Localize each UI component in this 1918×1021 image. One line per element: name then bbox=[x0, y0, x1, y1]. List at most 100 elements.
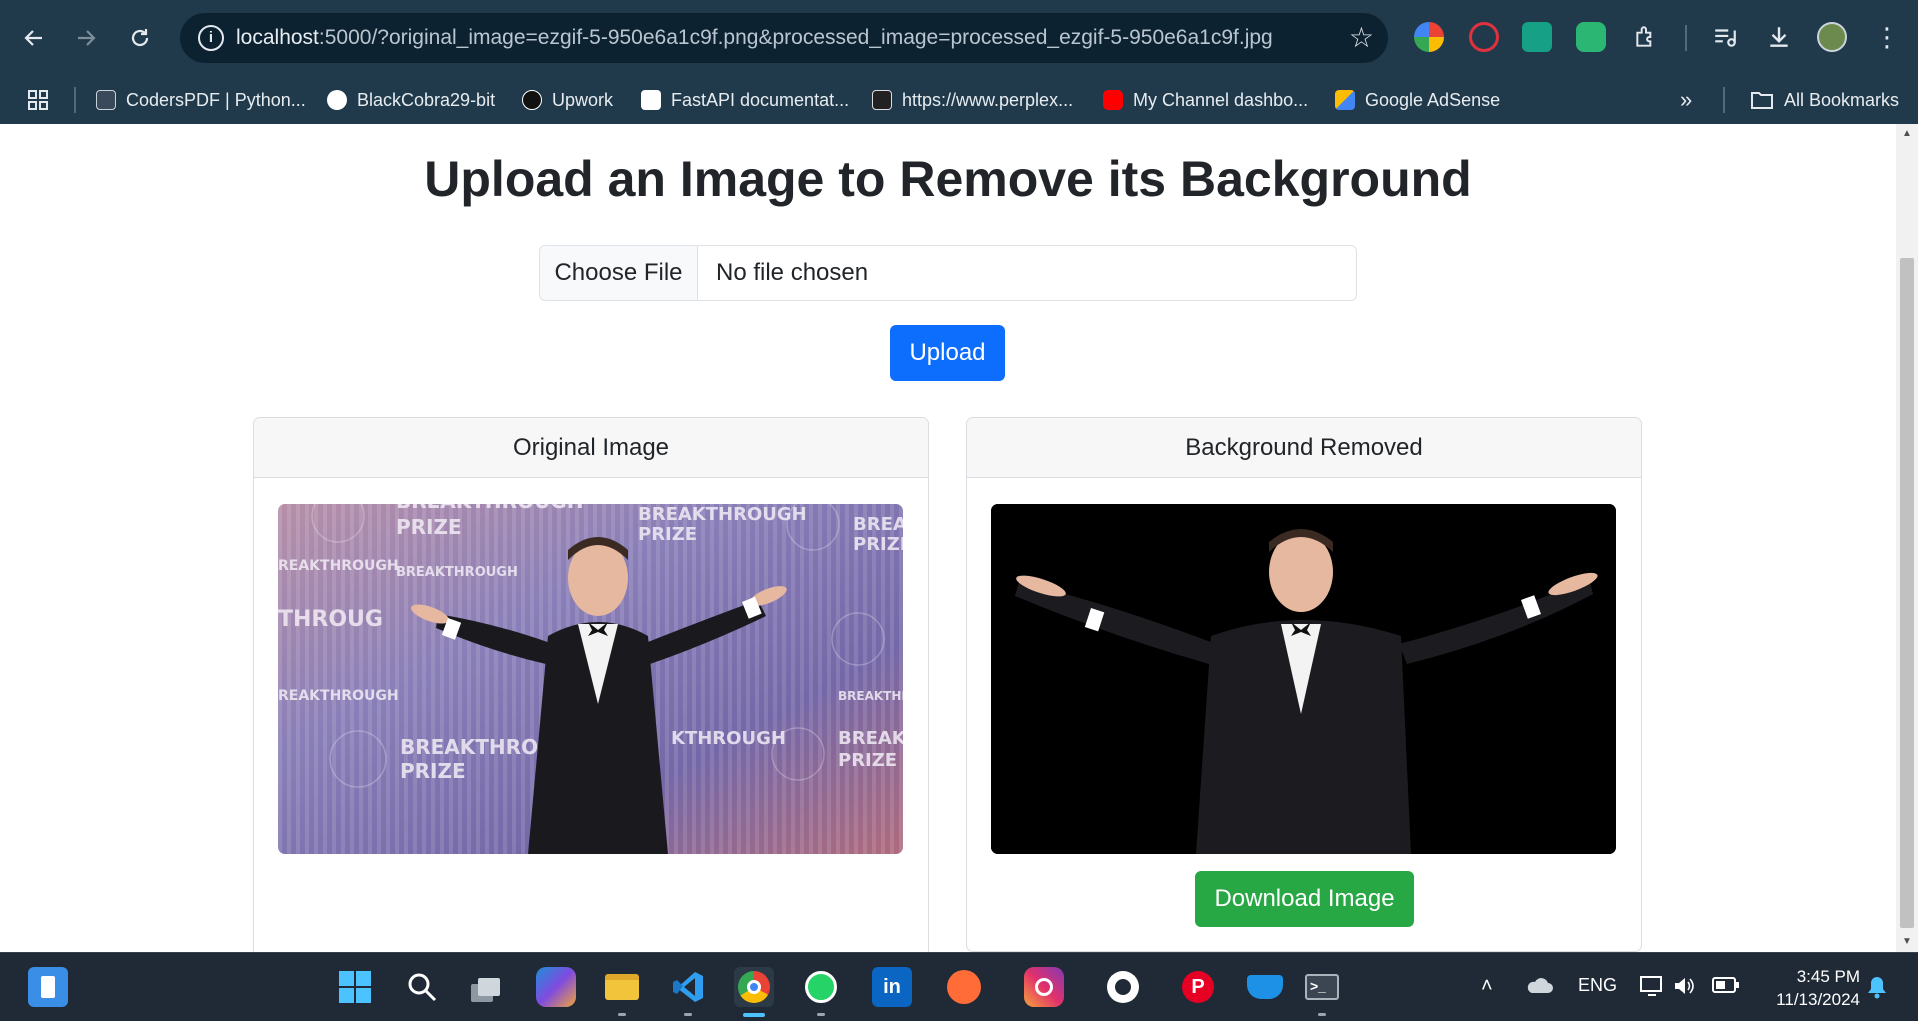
bookmark-adsense[interactable]: Google AdSense bbox=[1335, 84, 1500, 116]
upwork-icon bbox=[522, 90, 542, 110]
onedrive-cloud-icon[interactable] bbox=[1526, 975, 1554, 1002]
search-icon[interactable] bbox=[402, 967, 442, 1007]
coderspdf-icon bbox=[96, 90, 116, 110]
running-indicator bbox=[684, 1013, 692, 1016]
back-button[interactable] bbox=[14, 18, 54, 58]
original-image-card: Original Image BREAKTHRO bbox=[253, 417, 929, 952]
whatsapp-icon[interactable] bbox=[801, 967, 841, 1007]
extension-adblock-icon[interactable] bbox=[1469, 22, 1499, 52]
svg-text:BREAKTHROUGH: BREAKTHROUGH bbox=[396, 565, 518, 580]
address-row: i localhost:5000/?original_image=ezgif-5… bbox=[0, 0, 1918, 76]
svg-text:BREAKTHROUGH: BREAKTHROUGH bbox=[396, 504, 583, 513]
browser-toolbar: i localhost:5000/?original_image=ezgif-5… bbox=[0, 0, 1918, 124]
svg-text:PRIZE: PRIZE bbox=[853, 534, 903, 555]
terminal-icon[interactable]: >_ bbox=[1302, 967, 1342, 1007]
github-icon bbox=[327, 90, 347, 110]
folder-icon bbox=[1751, 92, 1773, 109]
bookmark-label: My Channel dashbo... bbox=[1133, 89, 1309, 110]
page-scrollbar[interactable]: ▲ ▼ bbox=[1896, 124, 1918, 952]
bookmark-youtube[interactable]: My Channel dashbo... bbox=[1103, 84, 1308, 116]
postman-icon[interactable] bbox=[944, 967, 984, 1007]
extension-robot-icon[interactable] bbox=[1576, 22, 1606, 52]
background-removed-card: Background Removed Download Image bbox=[966, 417, 1642, 952]
file-explorer-icon[interactable] bbox=[602, 967, 642, 1007]
bookmark-label: CodersPDF | Python... bbox=[126, 89, 306, 110]
copilot-icon[interactable] bbox=[536, 967, 576, 1007]
tray-chevron-up-icon[interactable]: ˄ bbox=[1481, 975, 1493, 998]
file-status-text: No file chosen bbox=[716, 259, 869, 286]
media-controls-icon[interactable] bbox=[1706, 18, 1744, 56]
svg-text:PRIZE: PRIZE bbox=[838, 750, 897, 771]
volume-icon[interactable] bbox=[1672, 975, 1696, 1002]
windows-taskbar: in P >_ ˄ ENG 3:45 PM 11/13/2024 bbox=[0, 952, 1918, 1021]
url-text[interactable]: localhost:5000/?original_image=ezgif-5-9… bbox=[236, 26, 1273, 50]
linkedin-icon[interactable]: in bbox=[872, 967, 912, 1007]
bookmark-label: Google AdSense bbox=[1365, 89, 1501, 110]
profile-avatar[interactable] bbox=[1817, 22, 1847, 52]
background-removed-header: Background Removed bbox=[967, 418, 1641, 478]
arrow-left-icon bbox=[24, 30, 42, 46]
clock-time: 3:45 PM bbox=[1796, 967, 1860, 986]
bookmark-divider bbox=[74, 87, 76, 113]
svg-text:REAKTHROUGH: REAKTHROUGH bbox=[278, 558, 399, 574]
all-bookmarks-label: All Bookmarks bbox=[1784, 89, 1900, 110]
svg-text:PRIZE: PRIZE bbox=[400, 759, 466, 783]
download-image-button[interactable]: Download Image bbox=[1195, 871, 1414, 927]
notification-bell-icon[interactable] bbox=[1866, 975, 1888, 1004]
start-windows-icon[interactable] bbox=[335, 967, 375, 1007]
svg-text:BREAKTH: BREAKTH bbox=[838, 728, 903, 749]
vscode-icon[interactable] bbox=[668, 967, 708, 1007]
bookmark-fastapi[interactable]: FastAPI documentat... bbox=[641, 84, 849, 116]
all-bookmarks[interactable]: All Bookmarks bbox=[1750, 84, 1899, 116]
apps-grid-icon[interactable] bbox=[26, 84, 50, 116]
svg-text:PRIZE: PRIZE bbox=[396, 515, 462, 539]
extension-compass-icon[interactable] bbox=[1414, 22, 1444, 52]
task-view-icon[interactable] bbox=[469, 967, 509, 1007]
download-icon[interactable] bbox=[1760, 18, 1798, 56]
extensions-puzzle-icon[interactable] bbox=[1627, 18, 1665, 56]
scroll-up-arrow-icon[interactable]: ▲ bbox=[1901, 128, 1913, 140]
more-bookmarks-chevron-icon[interactable]: » bbox=[1680, 84, 1692, 116]
site-info-icon[interactable]: i bbox=[198, 25, 224, 51]
upload-button[interactable]: Upload bbox=[890, 325, 1005, 381]
bookmark-coderspdf[interactable]: CodersPDF | Python... bbox=[96, 84, 306, 116]
original-image-header: Original Image bbox=[254, 418, 928, 478]
running-indicator bbox=[618, 1013, 626, 1016]
bookmark-perplexity[interactable]: https://www.perplex... bbox=[872, 84, 1073, 116]
reload-button[interactable] bbox=[120, 18, 160, 58]
svg-text:BREAKTHROU: BREAKTHROU bbox=[838, 689, 903, 703]
system-clock[interactable]: 3:45 PM 11/13/2024 bbox=[1760, 965, 1860, 1011]
bookmark-label: https://www.perplex... bbox=[902, 89, 1074, 110]
chrome-icon[interactable] bbox=[734, 967, 774, 1007]
svg-text:BREAKTHROUGH: BREAKTHROUGH bbox=[638, 504, 807, 525]
network-icon[interactable] bbox=[1640, 975, 1664, 1002]
youtube-icon bbox=[1103, 90, 1123, 110]
scroll-thumb[interactable] bbox=[1900, 258, 1914, 928]
bookmark-upwork[interactable]: Upwork bbox=[522, 84, 613, 116]
forward-button[interactable] bbox=[66, 18, 106, 58]
github-desktop-icon[interactable] bbox=[1103, 967, 1143, 1007]
choose-file-button[interactable]: Choose File bbox=[540, 246, 698, 300]
active-app-indicator bbox=[743, 1013, 765, 1017]
language-indicator[interactable]: ENG bbox=[1578, 975, 1617, 996]
running-indicator bbox=[1318, 1013, 1326, 1016]
file-input[interactable]: Choose File No file chosen bbox=[539, 245, 1357, 301]
address-bar[interactable]: i localhost:5000/?original_image=ezgif-5… bbox=[180, 13, 1388, 63]
bookmark-label: BlackCobra29-bit bbox=[357, 89, 496, 110]
extension-shield-icon[interactable] bbox=[1522, 22, 1552, 52]
menu-kebab-icon[interactable]: ⋮ bbox=[1868, 18, 1906, 56]
widgets-icon[interactable] bbox=[28, 967, 68, 1007]
svg-text:THROUG: THROUG bbox=[278, 607, 383, 632]
svg-text:KTHROUGH: KTHROUGH bbox=[671, 728, 786, 749]
bookmark-divider bbox=[1723, 87, 1725, 113]
scroll-down-arrow-icon[interactable]: ▼ bbox=[1901, 936, 1913, 948]
battery-icon[interactable] bbox=[1712, 975, 1740, 1000]
bookmarks-bar: CodersPDF | Python... BlackCobra29-bit U… bbox=[0, 76, 1918, 124]
svg-text:REAKTHROUGH: REAKTHROUGH bbox=[278, 688, 399, 704]
instagram-icon[interactable] bbox=[1024, 967, 1064, 1007]
bookmark-star-icon[interactable]: ☆ bbox=[1349, 21, 1374, 54]
docker-icon[interactable] bbox=[1245, 967, 1285, 1007]
bookmark-github[interactable]: BlackCobra29-bit bbox=[327, 84, 495, 116]
pinterest-icon[interactable]: P bbox=[1178, 967, 1218, 1007]
page-title: Upload an Image to Remove its Background bbox=[424, 151, 1472, 207]
